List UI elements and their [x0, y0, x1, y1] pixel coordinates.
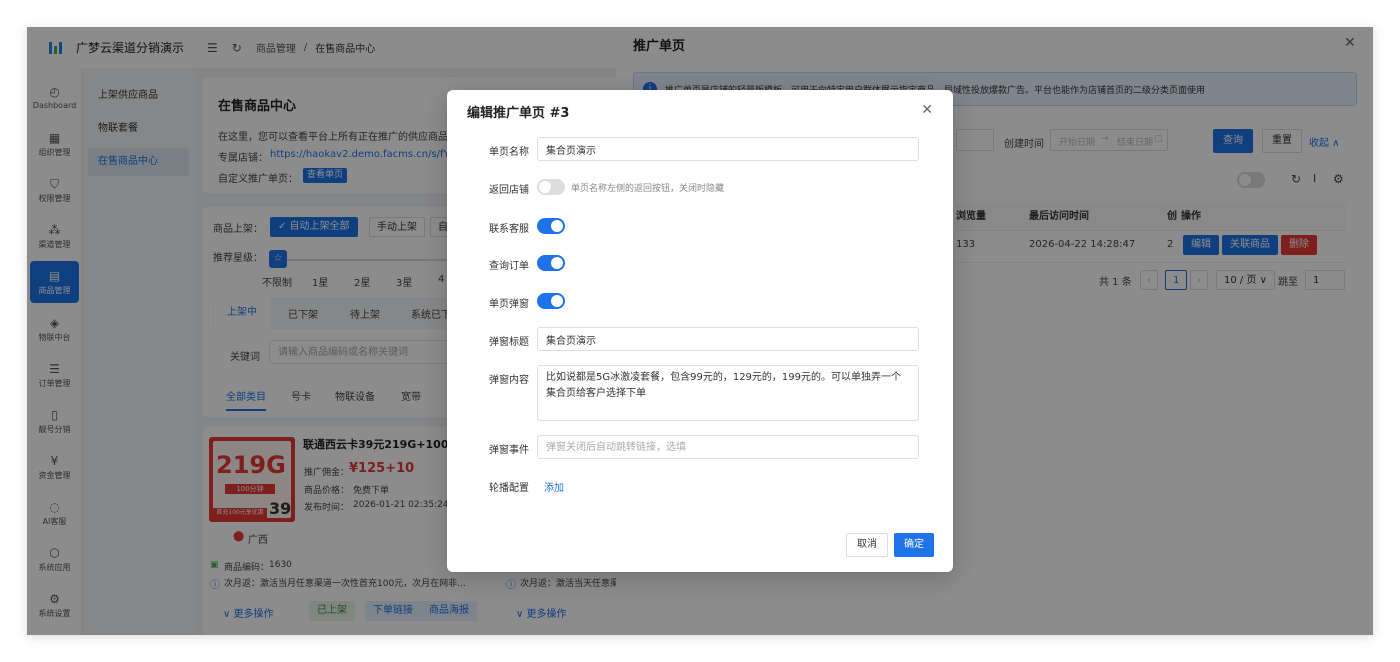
carousel-add-link[interactable]: 添加	[544, 479, 564, 494]
popup-content-textarea[interactable]: 比如说都是5G冰激凌套餐，包含99元的，129元的，199元的。可以单独弄一个集…	[537, 365, 919, 421]
carousel-label: 轮播配置	[489, 483, 529, 494]
order-query-label: 查询订单	[489, 261, 529, 272]
popup-event-label: 弹窗事件	[489, 445, 529, 456]
back-shop-switch[interactable]	[537, 179, 565, 195]
popup-title-input[interactable]	[537, 327, 919, 351]
service-label: 联系客服	[489, 224, 529, 235]
modal-title: 编辑推广单页 #3	[467, 106, 570, 121]
edit-promo-page-modal: 编辑推广单页 #3 ✕ 单页名称 返回店铺 单页名称左侧的返回按钮，关闭时隐藏 …	[447, 90, 953, 572]
popup-event-input[interactable]	[537, 435, 919, 459]
confirm-button[interactable]: 确定	[894, 533, 934, 557]
popup-content-label: 弹窗内容	[489, 375, 529, 386]
popup-switch[interactable]	[537, 293, 565, 309]
back-shop-label: 返回店铺	[489, 185, 529, 196]
back-shop-hint: 单页名称左侧的返回按钮，关闭时隐藏	[571, 184, 725, 194]
popup-title-label: 弹窗标题	[489, 337, 529, 348]
name-label: 单页名称	[489, 147, 529, 158]
name-input[interactable]	[537, 137, 919, 161]
modal-close-icon[interactable]: ✕	[921, 102, 933, 118]
popup-label: 单页弹窗	[489, 299, 529, 310]
order-query-switch[interactable]	[537, 255, 565, 271]
service-switch[interactable]	[537, 218, 565, 234]
cancel-button[interactable]: 取消	[846, 533, 888, 557]
